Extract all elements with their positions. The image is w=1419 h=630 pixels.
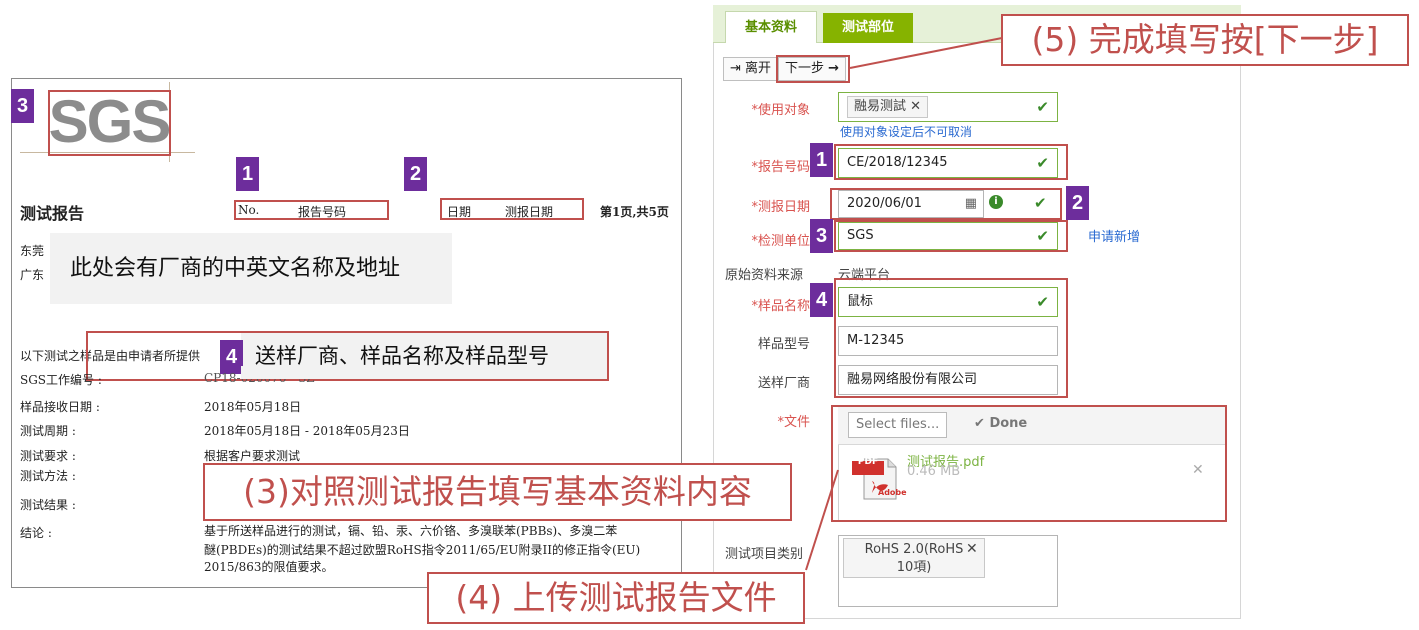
- annotation-connector-lines: [805, 37, 1003, 571]
- step5-callout: (5) 完成填写按[下一步]: [1001, 14, 1409, 66]
- step3-callout: (3)对照测试报告填写基本资料内容: [203, 463, 792, 521]
- step4-callout: (4) 上传测试报告文件: [427, 572, 805, 624]
